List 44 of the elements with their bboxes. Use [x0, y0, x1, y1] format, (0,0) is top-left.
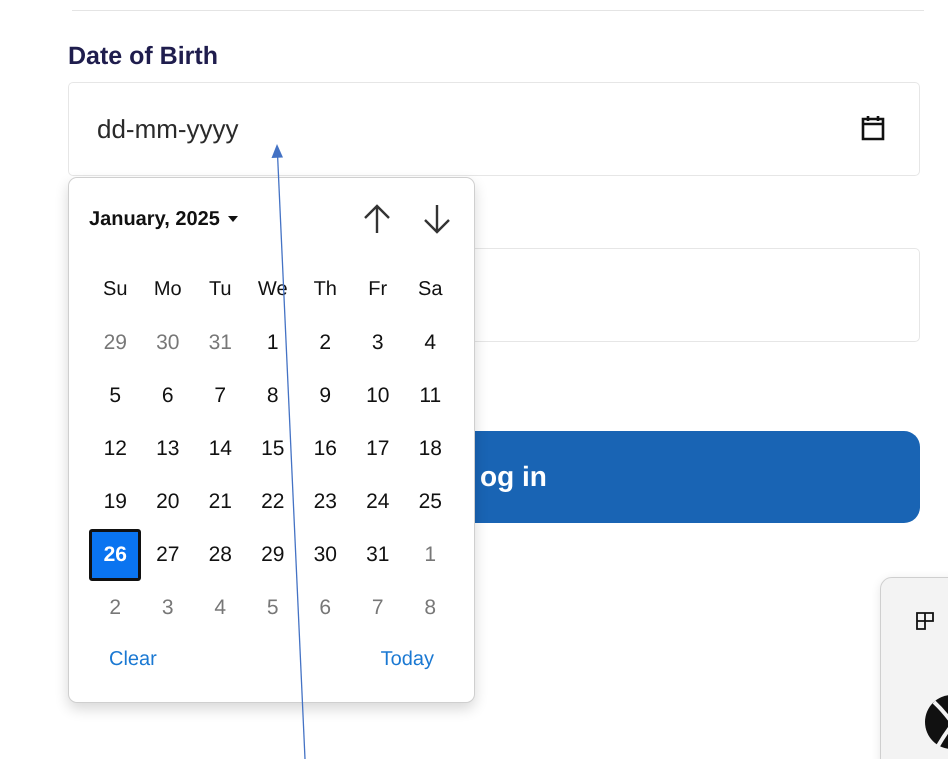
calendar-day[interactable]: 11: [404, 370, 456, 422]
weekday-label: Mo: [152, 277, 183, 302]
calendar-day[interactable]: 6: [142, 370, 194, 422]
calendar-day[interactable]: 8: [246, 370, 299, 422]
calendar-day[interactable]: 30: [299, 528, 352, 580]
calendar-day[interactable]: 3: [352, 316, 404, 368]
calendar-day[interactable]: 4: [194, 582, 246, 634]
calendar-day[interactable]: 29: [89, 316, 142, 368]
grid-icon[interactable]: [915, 611, 935, 631]
weekday-label: Th: [312, 277, 338, 302]
calendar-day[interactable]: 4: [404, 316, 456, 368]
calendar-day[interactable]: 9: [299, 370, 352, 422]
calendar-day[interactable]: 27: [142, 528, 194, 580]
arrow-down-icon[interactable]: [422, 203, 452, 235]
calendar-day[interactable]: 5: [246, 582, 299, 634]
calendar-day[interactable]: 8: [404, 582, 456, 634]
calendar-day[interactable]: 26: [89, 528, 142, 580]
calendar-day[interactable]: 7: [194, 370, 246, 422]
calendar-day[interactable]: 1: [246, 316, 299, 368]
calendar-day[interactable]: 6: [299, 582, 352, 634]
calendar-day[interactable]: 2: [89, 582, 142, 634]
field-label: Date of Birth: [68, 42, 219, 72]
arrow-up-icon[interactable]: [362, 203, 392, 235]
weekday-label: Su: [102, 277, 128, 302]
weekday-label: Tu: [208, 277, 233, 302]
calendar-day[interactable]: 31: [352, 528, 404, 580]
calendar-day[interactable]: 29: [246, 528, 299, 580]
clear-link[interactable]: Clear: [109, 648, 157, 671]
month-dropdown[interactable]: January, 2025: [89, 208, 239, 230]
weekday-label: Sa: [417, 277, 444, 302]
today-link[interactable]: Today: [380, 648, 434, 671]
calendar-day[interactable]: 5: [89, 370, 142, 422]
calendar-day[interactable]: 30: [142, 316, 194, 368]
calendar-icon[interactable]: [861, 115, 885, 141]
calendar-day[interactable]: 31: [194, 316, 246, 368]
calendar-day[interactable]: 2: [299, 316, 352, 368]
calendar-day[interactable]: 3: [142, 582, 194, 634]
date-field[interactable]: dd-mm-yyyy: [68, 82, 920, 176]
calendar-day[interactable]: 10: [352, 370, 404, 422]
weekday-label: Fr: [367, 277, 388, 302]
calendar-day[interactable]: 1: [404, 528, 456, 580]
caret-icon: [226, 215, 239, 223]
calendar-day[interactable]: 28: [194, 528, 246, 580]
calendar-day[interactable]: 7: [352, 582, 404, 634]
